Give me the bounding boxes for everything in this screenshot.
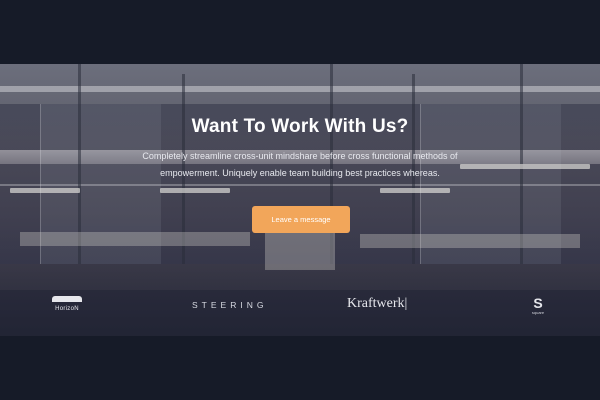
background-lamp: [160, 188, 230, 193]
logo-strip-background: [0, 290, 600, 336]
kraftwerk-logo-bar: |: [404, 296, 408, 311]
horizon-logo-mark: [52, 296, 82, 302]
background-lamp: [10, 188, 80, 193]
steering-logo: STEERING: [192, 300, 268, 310]
square-logo: S square: [528, 296, 548, 318]
hero-subtitle: Completely streamline cross-unit mindsha…: [142, 151, 458, 178]
background-beam: [0, 86, 600, 92]
kraftwerk-logo-text: Kraftwerk: [347, 296, 405, 311]
leave-message-button[interactable]: Leave a message: [252, 206, 350, 233]
background-lamp: [460, 164, 590, 169]
kraftwerk-logo: Kraftwerk|: [347, 296, 407, 312]
background-desk: [360, 234, 580, 248]
square-logo-mark: S: [533, 295, 543, 311]
hero-title: Want To Work With Us?: [191, 116, 409, 137]
horizon-logo: HorizoN: [50, 296, 84, 318]
horizon-logo-text: HorizoN: [55, 306, 79, 312]
background-ceiling: [0, 64, 600, 104]
square-logo-text: square: [531, 310, 545, 315]
hero-section: [0, 64, 600, 336]
background-desk: [20, 232, 250, 246]
background-lamp: [380, 188, 450, 193]
